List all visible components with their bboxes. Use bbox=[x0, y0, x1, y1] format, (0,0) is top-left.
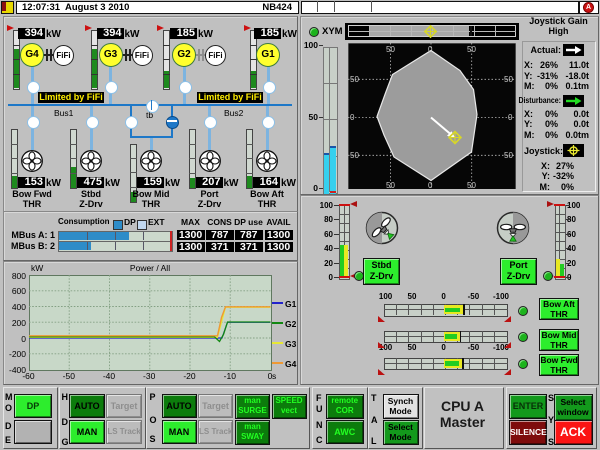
svg-text:0: 0 bbox=[428, 181, 433, 190]
svg-text:50: 50 bbox=[350, 151, 359, 160]
svg-text:50: 50 bbox=[467, 45, 476, 54]
svg-text:50: 50 bbox=[350, 75, 359, 84]
svg-text:0: 0 bbox=[428, 45, 433, 54]
svg-text:50: 50 bbox=[386, 181, 395, 190]
svg-text:50: 50 bbox=[386, 45, 395, 54]
svg-text:50: 50 bbox=[467, 181, 476, 190]
svg-text:0: 0 bbox=[350, 113, 355, 122]
svg-text:0: 0 bbox=[508, 113, 513, 122]
svg-text:50: 50 bbox=[504, 151, 513, 160]
svg-text:50: 50 bbox=[504, 75, 513, 84]
